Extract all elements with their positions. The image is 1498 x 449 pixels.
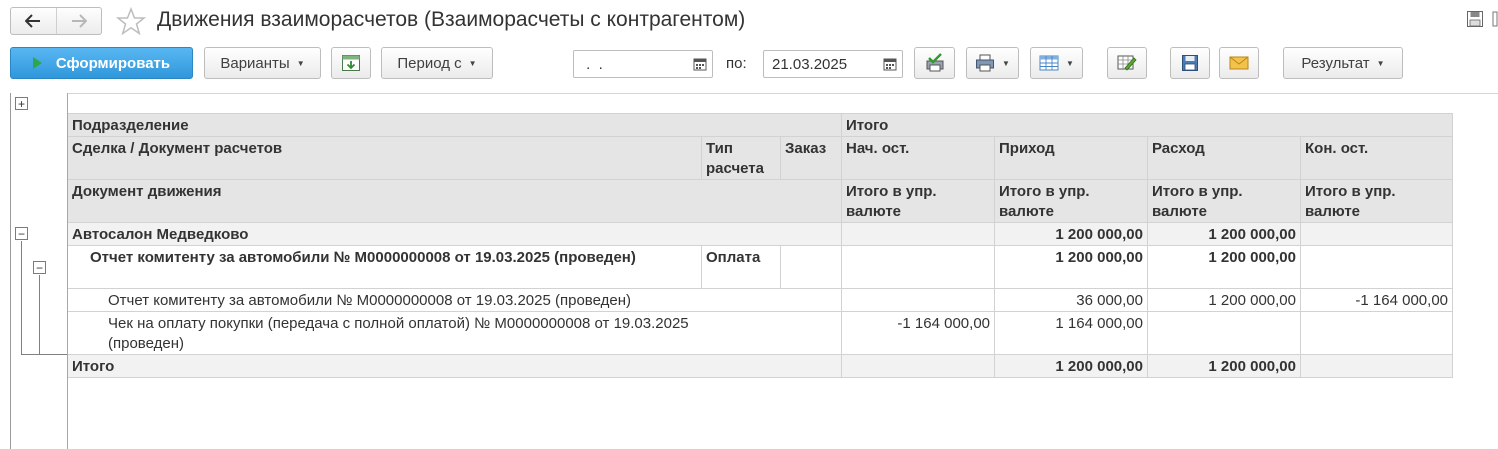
table-settings-button[interactable]: ▼ <box>1030 47 1083 79</box>
caret-down-icon: ▼ <box>1066 58 1074 68</box>
printer-check-icon <box>926 53 943 72</box>
table-row-income: 36 000,00 <box>994 288 1147 311</box>
tree-line <box>21 354 67 355</box>
favorite-button[interactable] <box>115 6 147 36</box>
header-opening-balance: Нач. ост. <box>841 136 994 179</box>
group-opening <box>841 222 994 245</box>
date-to-field[interactable] <box>763 50 903 78</box>
panel-down-icon <box>342 55 360 71</box>
table-row-name[interactable]: Чек на оплату покупки (передача с полной… <box>68 311 841 354</box>
generate-button[interactable]: Сформировать <box>10 47 193 79</box>
subgroup-expense: 1 200 000,00 <box>1147 245 1300 288</box>
window-actions <box>1466 10 1498 28</box>
date-to-input[interactable] <box>764 51 878 77</box>
header-currency-income: Итого в упр. валюте <box>994 179 1147 222</box>
variants-label: Варианты <box>220 54 290 72</box>
expand-all-toggle[interactable]: + <box>15 97 28 110</box>
back-button[interactable] <box>11 8 56 34</box>
period-label: Период с <box>397 54 462 72</box>
header-division: Подразделение <box>68 113 841 136</box>
caret-down-icon: ▼ <box>468 58 477 68</box>
header-movement-document: Документ движения <box>68 179 841 222</box>
save-button[interactable] <box>1170 47 1210 79</box>
header-deal-document: Сделка / Документ расчетов <box>68 136 701 179</box>
table-row-opening <box>841 288 994 311</box>
result-button[interactable]: Результат ▼ <box>1283 47 1403 79</box>
total-opening <box>841 354 994 378</box>
caret-down-icon: ▼ <box>1376 58 1385 68</box>
caret-down-icon: ▼ <box>296 58 305 68</box>
total-income: 1 200 000,00 <box>994 354 1147 378</box>
edit-table-icon <box>1117 55 1137 71</box>
date-from-input[interactable] <box>574 51 688 77</box>
navigation-buttons <box>10 7 102 35</box>
variants-button[interactable]: Варианты ▼ <box>204 47 321 79</box>
subgroup-opening <box>841 245 994 288</box>
result-label: Результат <box>1301 54 1370 72</box>
table-row-expense <box>1147 311 1300 354</box>
calendar-icon[interactable] <box>688 51 712 77</box>
print-button[interactable]: ▼ <box>966 47 1019 79</box>
subgroup-name[interactable]: Отчет комитенту за автомобили № М0000000… <box>68 245 701 288</box>
header-currency-expense: Итого в упр. валюте <box>1147 179 1300 222</box>
send-mail-button[interactable] <box>1219 47 1259 79</box>
generate-label: Сформировать <box>55 54 171 72</box>
tree-line <box>39 275 40 354</box>
table-row-closing <box>1300 311 1453 354</box>
total-label: Итого <box>68 354 841 378</box>
header-currency-closing: Итого в упр. валюте <box>1300 179 1453 222</box>
settings-panel-button[interactable] <box>331 47 371 79</box>
table-row-expense: 1 200 000,00 <box>1147 288 1300 311</box>
header-closing-balance: Кон. ост. <box>1300 136 1453 179</box>
date-from-field[interactable] <box>573 50 713 78</box>
envelope-icon <box>1229 56 1249 70</box>
subgroup-closing <box>1300 245 1453 288</box>
arrow-right-icon <box>71 14 87 28</box>
calendar-icon[interactable] <box>878 51 902 77</box>
header-total: Итого <box>841 113 1453 136</box>
caret-down-icon: ▼ <box>1002 58 1010 68</box>
table-icon <box>1039 55 1059 71</box>
group-name[interactable]: Автосалон Медведково <box>68 222 841 245</box>
more-icon[interactable] <box>1492 10 1498 28</box>
printer-icon <box>976 54 995 72</box>
header-order: Заказ <box>780 136 841 179</box>
edit-report-button[interactable] <box>1107 47 1147 79</box>
header-currency-opening: Итого в упр. валюте <box>841 179 994 222</box>
subgroup-type: Оплата <box>701 245 780 288</box>
header-settlement-type: Тип расчета <box>701 136 780 179</box>
gutter-line <box>10 93 11 449</box>
total-closing <box>1300 354 1453 378</box>
arrow-left-icon <box>25 14 41 28</box>
table-row-opening: -1 164 000,00 <box>841 311 994 354</box>
to-label: по: <box>726 55 747 72</box>
save-window-icon[interactable] <box>1466 10 1484 28</box>
floppy-icon <box>1182 55 1198 71</box>
collapse-group-toggle[interactable]: − <box>15 227 28 240</box>
table-row-closing: -1 164 000,00 <box>1300 288 1453 311</box>
header-income: Приход <box>994 136 1147 179</box>
subgroup-order <box>780 245 841 288</box>
table-row-income: 1 164 000,00 <box>994 311 1147 354</box>
play-icon <box>32 57 42 69</box>
report-frame-top <box>67 93 1498 94</box>
collapse-subgroup-toggle[interactable]: − <box>33 261 46 274</box>
print-preview-button[interactable] <box>914 47 955 79</box>
period-button[interactable]: Период с ▼ <box>381 47 493 79</box>
table-row-name[interactable]: Отчет комитенту за автомобили № М0000000… <box>68 288 841 311</box>
group-closing <box>1300 222 1453 245</box>
group-expense: 1 200 000,00 <box>1147 222 1300 245</box>
page-title: Движения взаиморасчетов (Взаиморасчеты с… <box>157 8 746 31</box>
forward-button[interactable] <box>55 8 102 34</box>
tree-line <box>21 241 22 354</box>
star-icon <box>115 6 147 36</box>
header-expense: Расход <box>1147 136 1300 179</box>
subgroup-income: 1 200 000,00 <box>994 245 1147 288</box>
group-income: 1 200 000,00 <box>994 222 1147 245</box>
total-expense: 1 200 000,00 <box>1147 354 1300 378</box>
